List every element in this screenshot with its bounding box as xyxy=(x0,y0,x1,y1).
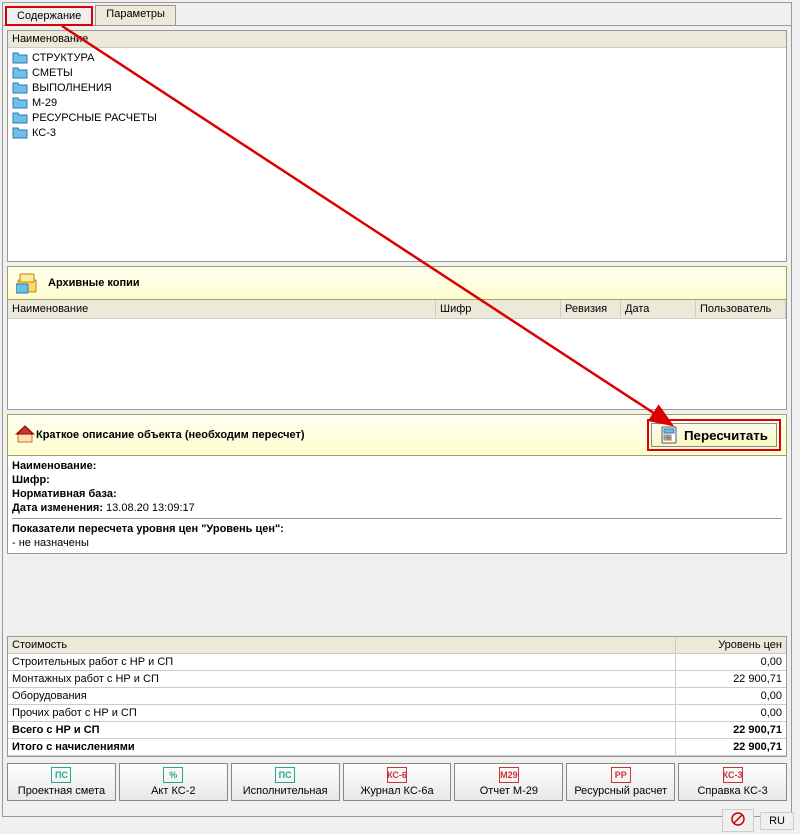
cost-row-label: Оборудования xyxy=(8,688,676,704)
tree-item[interactable]: СТРУКТУРА xyxy=(12,50,782,65)
tree-body[interactable]: СТРУКТУРА СМЕТЫ ВЫПОЛНЕНИЯ М-29 РЕСУРСНЫЕ РА… xyxy=(8,48,786,261)
toolbar-label: Акт КС-2 xyxy=(151,785,195,797)
archive-header: Наименование Шифр Ревизия Дата Пользоват… xyxy=(8,300,786,319)
cost-row-label: Строительных работ с НР и СП xyxy=(8,654,676,670)
toolbar-label: Журнал КС-6а xyxy=(360,785,433,797)
status-lang[interactable]: RU xyxy=(760,812,794,830)
toolbar-label: Проектная смета xyxy=(18,785,105,797)
cost-row: Монтажных работ с НР и СП22 900,71 xyxy=(8,671,786,688)
archive-table[interactable]: Наименование Шифр Ревизия Дата Пользоват… xyxy=(7,300,787,410)
tree-item-label: СТРУКТУРА xyxy=(32,52,94,64)
cost-table: Стоимость Уровень цен Строительных работ… xyxy=(7,636,787,757)
cost-row: Прочих работ с НР и СП0,00 xyxy=(8,705,786,722)
archive-icon xyxy=(14,271,42,295)
cost-row: Оборудования0,00 xyxy=(8,688,786,705)
status-disabled-icon xyxy=(722,809,754,832)
toolbar-label: Отчет М-29 xyxy=(480,785,538,797)
folder-icon xyxy=(12,96,28,109)
toolbar-label: Ресурсный расчет xyxy=(574,785,667,797)
folder-icon xyxy=(12,126,28,139)
cost-row: Строительных работ с НР и СП0,00 xyxy=(8,654,786,671)
detail-indicators-label: Показатели пересчета уровня цен "Уровень… xyxy=(12,522,782,536)
tree-item[interactable]: РЕСУРСНЫЕ РАСЧЕТЫ xyxy=(12,110,782,125)
tree-item-label: КС-3 xyxy=(32,127,56,139)
description-title: Краткое описание объекта (необходим пере… xyxy=(36,429,647,441)
toolbar-icon: ПС xyxy=(275,767,295,783)
toolbar-icon: КС-6 xyxy=(387,767,407,783)
house-icon xyxy=(14,424,36,447)
cost-row: Итого с начислениями22 900,71 xyxy=(8,739,786,756)
tree-item-label: РЕСУРСНЫЕ РАСЧЕТЫ xyxy=(32,112,157,124)
archive-bar: Архивные копии xyxy=(7,266,787,300)
folder-icon xyxy=(12,111,28,124)
toolbar-icon: РР xyxy=(611,767,631,783)
tree-header: Наименование xyxy=(8,31,786,48)
cost-row-value: 22 900,71 xyxy=(676,671,786,687)
toolbar-button[interactable]: ПС Исполнительная xyxy=(231,763,340,801)
bottom-toolbar: ПС Проектная смета% Акт КС-2 ПС Исполнительн… xyxy=(7,763,787,801)
detail-indicators-value: - не назначены xyxy=(12,536,782,550)
toolbar-label: Справка КС-3 xyxy=(697,785,767,797)
toolbar-icon: КС-3 xyxy=(723,767,743,783)
folder-icon xyxy=(12,81,28,94)
toolbar-button[interactable]: М29 Отчет М-29 xyxy=(454,763,563,801)
calculator-icon xyxy=(660,426,678,444)
toolbar-button[interactable]: РР Ресурсный расчет xyxy=(566,763,675,801)
recalc-highlight: Пересчитать xyxy=(647,419,781,451)
tab-content[interactable]: Содержание xyxy=(5,6,93,26)
toolbar-icon: ПС xyxy=(51,767,71,783)
folder-icon xyxy=(12,66,28,79)
archive-col-rev[interactable]: Ревизия xyxy=(561,300,621,318)
recalc-button[interactable]: Пересчитать xyxy=(651,423,777,447)
archive-col-user[interactable]: Пользователь xyxy=(696,300,786,318)
detail-base: Нормативная база: xyxy=(12,487,782,501)
details-panel: Наименование: Шифр: Нормативная база: Да… xyxy=(7,456,787,554)
cost-row: Всего с НР и СП22 900,71 xyxy=(8,722,786,739)
cost-row-value: 0,00 xyxy=(676,688,786,704)
detail-name: Наименование: xyxy=(12,459,782,473)
tree-item[interactable]: КС-3 xyxy=(12,125,782,140)
tree-item[interactable]: ВЫПОЛНЕНИЯ xyxy=(12,80,782,95)
toolbar-icon: % xyxy=(163,767,183,783)
description-bar: Краткое описание объекта (необходим пере… xyxy=(7,414,787,456)
detail-date: Дата изменения: 13.08.20 13:09:17 xyxy=(12,501,782,515)
cost-row-value: 22 900,71 xyxy=(676,739,786,755)
cost-row-value: 22 900,71 xyxy=(676,722,786,738)
cost-header-label: Стоимость xyxy=(8,637,676,653)
toolbar-button[interactable]: ПС Проектная смета xyxy=(7,763,116,801)
archive-col-date[interactable]: Дата xyxy=(621,300,696,318)
tree-item-label: ВЫПОЛНЕНИЯ xyxy=(32,82,112,94)
tree-item-label: М-29 xyxy=(32,97,57,109)
status-bar: RU xyxy=(720,807,796,834)
cost-header: Стоимость Уровень цен xyxy=(8,637,786,654)
cost-row-label: Итого с начислениями xyxy=(8,739,676,755)
toolbar-button[interactable]: КС-3 Справка КС-3 xyxy=(678,763,787,801)
tree-item-label: СМЕТЫ xyxy=(32,67,73,79)
cost-header-value: Уровень цен xyxy=(676,637,786,653)
archive-col-name[interactable]: Наименование xyxy=(8,300,436,318)
toolbar-label: Исполнительная xyxy=(243,785,328,797)
toolbar-button[interactable]: КС-6 Журнал КС-6а xyxy=(343,763,452,801)
tree-item[interactable]: М-29 xyxy=(12,95,782,110)
tab-bar: Содержание Параметры xyxy=(3,3,791,26)
detail-shifr: Шифр: xyxy=(12,473,782,487)
tab-params[interactable]: Параметры xyxy=(95,5,176,25)
archive-col-shifr[interactable]: Шифр xyxy=(436,300,561,318)
cost-row-label: Всего с НР и СП xyxy=(8,722,676,738)
cost-row-value: 0,00 xyxy=(676,654,786,670)
folder-icon xyxy=(12,51,28,64)
cost-row-label: Прочих работ с НР и СП xyxy=(8,705,676,721)
toolbar-button[interactable]: % Акт КС-2 xyxy=(119,763,228,801)
archive-title: Архивные копии xyxy=(48,277,140,289)
recalc-label: Пересчитать xyxy=(684,428,768,443)
tree-item[interactable]: СМЕТЫ xyxy=(12,65,782,80)
toolbar-icon: М29 xyxy=(499,767,519,783)
tree-panel: Наименование СТРУКТУРА СМЕТЫ ВЫПОЛНЕНИЯ М-2… xyxy=(7,30,787,262)
cost-row-value: 0,00 xyxy=(676,705,786,721)
cost-row-label: Монтажных работ с НР и СП xyxy=(8,671,676,687)
